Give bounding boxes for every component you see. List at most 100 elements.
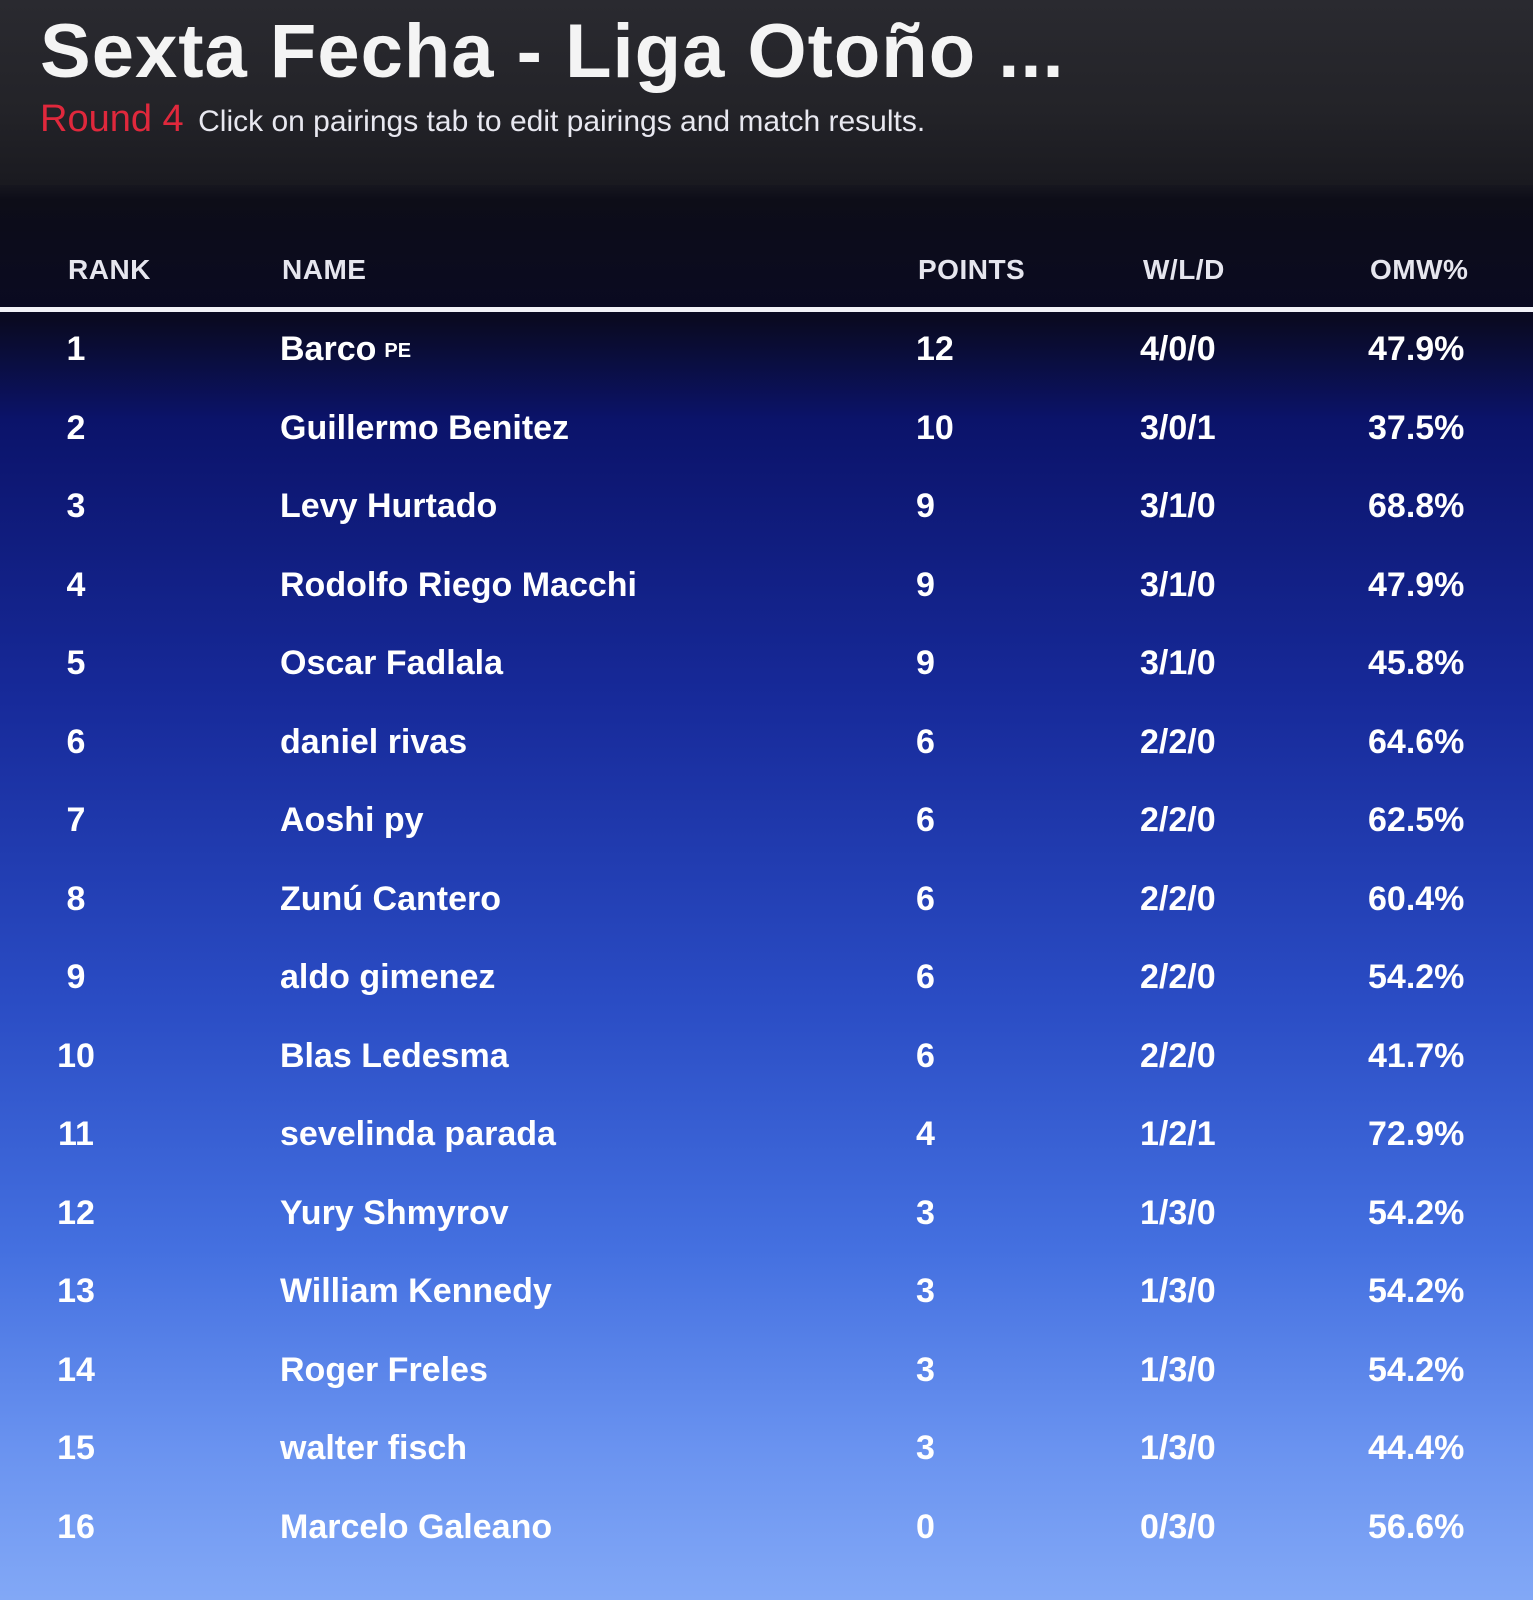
- player-name-cell: walter fisch: [280, 1431, 467, 1465]
- omw-cell: 54.2%: [1368, 958, 1465, 996]
- table-row[interactable]: 7 Aoshi py 6 2/2/0 62.5%: [0, 783, 1533, 862]
- omw-cell: 64.6%: [1368, 722, 1465, 761]
- player-name-cell: daniel rivas: [280, 725, 467, 759]
- player-name-cell: Oscar Fadlala: [280, 646, 503, 680]
- table-row[interactable]: 8 Zunú Cantero 6 2/2/0 60.4%: [0, 862, 1533, 941]
- rank-cell: 6: [66, 722, 86, 761]
- rank-cell: 11: [58, 1115, 94, 1153]
- omw-cell: 68.8%: [1368, 487, 1465, 525]
- wld-cell: 0/3/0: [1140, 1507, 1216, 1546]
- rank-cell: 1: [66, 330, 86, 368]
- column-header-omw[interactable]: OMW%: [1370, 254, 1468, 286]
- column-header-points[interactable]: POINTS: [918, 254, 1025, 286]
- player-name: Oscar Fadlala: [280, 644, 504, 682]
- table-row[interactable]: 1 Barco PE 12 4/0/0 47.9%: [0, 312, 1533, 391]
- player-name-cell: Blas Ledesma: [280, 1039, 509, 1073]
- omw-cell: 54.2%: [1368, 1350, 1465, 1389]
- table-row[interactable]: 10 Blas Ledesma 6 2/2/0 41.7%: [0, 1019, 1533, 1098]
- table-row[interactable]: 16 Marcelo Galeano 0 0/3/0 56.6%: [0, 1490, 1533, 1569]
- rank-cell: 9: [66, 958, 86, 996]
- round-label: Round 4: [40, 98, 184, 140]
- points-cell: 0: [916, 1507, 935, 1546]
- rank-cell: 8: [66, 879, 86, 918]
- rank-cell: 7: [66, 801, 86, 839]
- rank-cell: 5: [66, 644, 86, 682]
- player-name-cell: Yury Shmyrov: [280, 1196, 509, 1230]
- player-name: Aoshi py: [280, 801, 424, 839]
- table-row[interactable]: 5 Oscar Fadlala 9 3/1/0 45.8%: [0, 626, 1533, 705]
- table-row[interactable]: 15 walter fisch 3 1/3/0 44.4%: [0, 1411, 1533, 1490]
- wld-cell: 3/1/0: [1140, 565, 1216, 604]
- points-cell: 6: [916, 1036, 935, 1075]
- player-name: walter fisch: [280, 1429, 468, 1467]
- omw-cell: 72.9%: [1368, 1115, 1465, 1153]
- rank-cell: 13: [57, 1272, 95, 1310]
- table-row[interactable]: 3 Levy Hurtado 9 3/1/0 68.8%: [0, 469, 1533, 548]
- table-row[interactable]: 9 aldo gimenez 6 2/2/0 54.2%: [0, 940, 1533, 1019]
- player-name: Roger Freles: [280, 1350, 488, 1389]
- standings-table-header: RANK NAME POINTS W/L/D OMW%: [0, 240, 1533, 310]
- table-row[interactable]: 4 Rodolfo Riego Macchi 9 3/1/0 47.9%: [0, 548, 1533, 627]
- table-row[interactable]: 6 daniel rivas 6 2/2/0 64.6%: [0, 705, 1533, 784]
- wld-cell: 2/2/0: [1140, 722, 1216, 761]
- pairings-hint: Click on pairings tab to edit pairings a…: [198, 105, 926, 138]
- rank-cell: 14: [57, 1350, 95, 1389]
- rank-cell: 15: [57, 1429, 95, 1467]
- omw-cell: 37.5%: [1368, 408, 1465, 447]
- rank-cell: 16: [57, 1507, 95, 1546]
- rank-cell: 10: [57, 1036, 95, 1075]
- points-cell: 9: [916, 487, 935, 525]
- wld-cell: 2/2/0: [1140, 958, 1216, 996]
- player-name-cell: William Kennedy: [280, 1274, 552, 1308]
- rank-cell: 4: [66, 565, 86, 604]
- wld-cell: 1/3/0: [1140, 1272, 1216, 1310]
- omw-cell: 54.2%: [1368, 1272, 1465, 1310]
- wld-cell: 2/2/0: [1140, 1036, 1216, 1075]
- player-name: Levy Hurtado: [280, 487, 498, 525]
- points-cell: 10: [916, 408, 954, 447]
- player-name: Barco: [280, 330, 377, 368]
- standings-screen: Sexta Fecha - Liga Otoño ... Round 4 Cli…: [0, 0, 1533, 1600]
- table-row[interactable]: 2 Guillermo Benitez 10 3/0/1 37.5%: [0, 391, 1533, 470]
- player-name-cell: Roger Freles: [280, 1353, 488, 1387]
- wld-cell: 1/3/0: [1140, 1193, 1216, 1232]
- player-name: Zunú Cantero: [280, 879, 501, 918]
- points-cell: 3: [916, 1193, 935, 1232]
- player-name-cell: Levy Hurtado: [280, 489, 497, 523]
- table-row[interactable]: 13 William Kennedy 3 1/3/0 54.2%: [0, 1254, 1533, 1333]
- wld-cell: 3/1/0: [1140, 644, 1216, 682]
- wld-cell: 2/2/0: [1140, 801, 1216, 839]
- country-flag-label: PE: [384, 340, 412, 363]
- omw-cell: 56.6%: [1368, 1507, 1465, 1546]
- wld-cell: 1/3/0: [1140, 1350, 1216, 1389]
- player-name: sevelinda parada: [280, 1115, 556, 1153]
- player-name-cell: Barco PE: [280, 332, 411, 366]
- wld-cell: 1/3/0: [1140, 1429, 1216, 1467]
- player-name: William Kennedy: [280, 1272, 552, 1310]
- round-subtitle: Round 4 Click on pairings tab to edit pa…: [40, 100, 925, 138]
- table-row[interactable]: 14 Roger Freles 3 1/3/0 54.2%: [0, 1333, 1533, 1412]
- points-cell: 3: [916, 1350, 935, 1389]
- omw-cell: 47.9%: [1368, 330, 1465, 368]
- column-header-name[interactable]: NAME: [282, 254, 366, 286]
- table-row[interactable]: 11 sevelinda parada 4 1/2/1 72.9%: [0, 1097, 1533, 1176]
- page-title: Sexta Fecha - Liga Otoño ...: [40, 9, 1065, 94]
- header-bar: Sexta Fecha - Liga Otoño ... Round 4 Cli…: [0, 0, 1533, 185]
- column-header-rank[interactable]: RANK: [68, 254, 151, 286]
- omw-cell: 44.4%: [1368, 1429, 1465, 1467]
- rank-cell: 12: [57, 1193, 95, 1232]
- player-name-cell: Rodolfo Riego Macchi: [280, 568, 637, 602]
- player-name-cell: aldo gimenez: [280, 960, 495, 994]
- points-cell: 6: [916, 722, 935, 761]
- wld-cell: 4/0/0: [1140, 330, 1216, 368]
- player-name-cell: Guillermo Benitez: [280, 411, 569, 445]
- points-cell: 3: [916, 1429, 935, 1467]
- points-cell: 9: [916, 644, 935, 682]
- table-row[interactable]: 12 Yury Shmyrov 3 1/3/0 54.2%: [0, 1176, 1533, 1255]
- player-name: Guillermo Benitez: [280, 408, 570, 447]
- wld-cell: 2/2/0: [1140, 879, 1216, 918]
- column-header-wld[interactable]: W/L/D: [1143, 254, 1225, 286]
- player-name-cell: Aoshi py: [280, 803, 424, 837]
- rank-cell: 2: [66, 408, 86, 447]
- rank-cell: 3: [66, 487, 86, 525]
